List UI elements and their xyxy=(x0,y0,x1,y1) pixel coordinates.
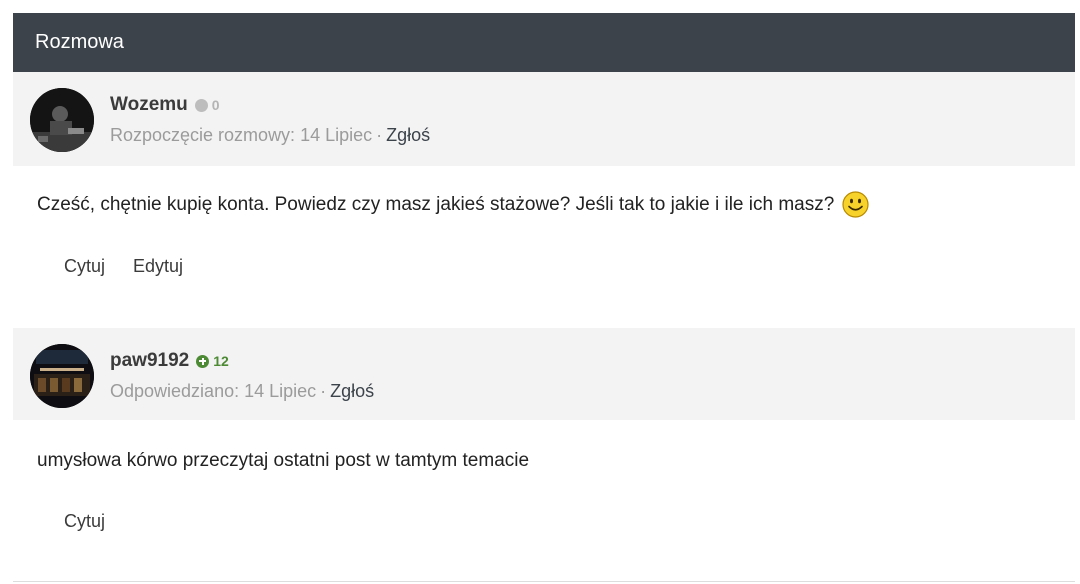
post-header: Wozemu 0 Rozpoczęcie rozmowy: 14 Lipiec ·… xyxy=(13,72,1075,166)
quote-button[interactable]: Cytuj xyxy=(64,511,105,532)
post-author: Wozemu 0 xyxy=(110,94,220,116)
avatar[interactable] xyxy=(30,344,94,408)
post-text: umysłowa kórwo przeczytaj ostatni post w… xyxy=(37,450,530,471)
reputation-count: 0 xyxy=(211,97,220,113)
divider xyxy=(13,581,1075,582)
reputation-badge: 12 xyxy=(196,353,229,369)
meta-separator: · xyxy=(376,125,383,145)
post-body: Cześć, chętnie kupię konta. Powiedz czy … xyxy=(37,191,869,218)
report-link[interactable]: Zgłoś xyxy=(330,381,374,401)
edit-button[interactable]: Edytuj xyxy=(133,256,183,277)
post-text: Cześć, chętnie kupię konta. Powiedz czy … xyxy=(37,193,835,215)
conversation-header: Rozmowa xyxy=(13,13,1075,72)
post-date: Odpowiedziano: 14 Lipiec xyxy=(110,381,317,401)
reputation-plus-icon xyxy=(196,354,210,368)
report-link[interactable]: Zgłoś xyxy=(386,125,430,145)
quote-button[interactable]: Cytuj xyxy=(64,256,105,277)
meta-separator: · xyxy=(320,381,327,401)
conversation-title: Rozmowa xyxy=(35,31,124,53)
author-name[interactable]: Wozemu xyxy=(110,94,188,116)
post-meta: Odpowiedziano: 14 Lipiec · Zgłoś xyxy=(110,381,374,402)
reputation-badge: 0 xyxy=(194,97,220,113)
post-date: Rozpoczęcie rozmowy: 14 Lipiec xyxy=(110,125,373,145)
post-header: paw9192 12 Odpowiedziano: 14 Lipiec · Zgło… xyxy=(13,328,1075,420)
post-body: umysłowa kórwo przeczytaj ostatni post w… xyxy=(37,450,529,472)
post-actions: Cytuj xyxy=(64,511,133,532)
post-actions: Cytuj Edytuj xyxy=(64,256,211,277)
author-name[interactable]: paw9192 xyxy=(110,350,189,372)
reputation-neutral-icon xyxy=(194,98,208,112)
post-author: paw9192 12 xyxy=(110,350,229,372)
avatar[interactable] xyxy=(30,88,94,152)
post-meta: Rozpoczęcie rozmowy: 14 Lipiec · Zgłoś xyxy=(110,125,430,146)
smiley-icon xyxy=(842,191,869,218)
reputation-count: 12 xyxy=(213,353,229,369)
